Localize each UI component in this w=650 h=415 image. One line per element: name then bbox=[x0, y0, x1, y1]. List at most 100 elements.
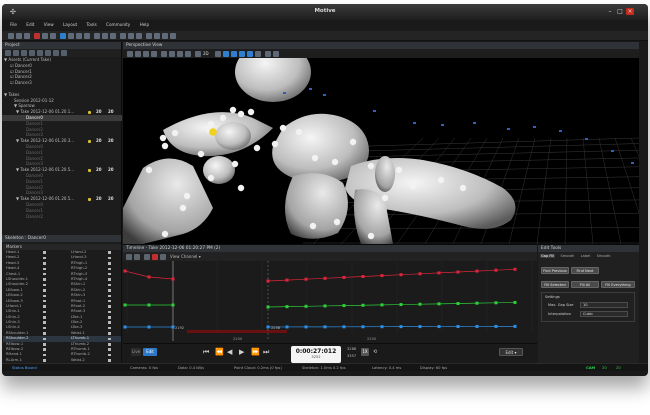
keyframe-point[interactable] bbox=[123, 269, 127, 273]
interpolation-select[interactable]: Cubic bbox=[580, 311, 628, 317]
marker-checkbox-icon[interactable] bbox=[108, 310, 111, 314]
grid-icon[interactable] bbox=[127, 50, 133, 57]
camera-icon[interactable] bbox=[611, 150, 614, 152]
camera-icon[interactable] bbox=[559, 130, 562, 132]
fill-everything-button[interactable]: Fill Everything bbox=[601, 281, 635, 288]
camera-view-icon[interactable] bbox=[135, 50, 141, 57]
marker-point[interactable] bbox=[197, 150, 205, 158]
skeleton-icon[interactable] bbox=[128, 33, 134, 39]
keyframe-point[interactable] bbox=[342, 304, 346, 308]
tracking-icon[interactable] bbox=[273, 50, 279, 57]
marker-checkbox-icon[interactable] bbox=[108, 262, 111, 265]
status-left[interactable]: Status Bound bbox=[12, 366, 37, 370]
marker-checkbox-icon[interactable] bbox=[43, 251, 46, 254]
marker-checkbox-icon[interactable] bbox=[43, 289, 46, 292]
menu-tools[interactable]: Tools bbox=[86, 22, 96, 27]
keyframe-point[interactable] bbox=[418, 325, 422, 329]
zoom-fit-icon[interactable] bbox=[144, 253, 150, 260]
marker-checkbox-icon[interactable] bbox=[43, 283, 46, 287]
save-take-icon[interactable] bbox=[21, 50, 27, 56]
sync-icon[interactable] bbox=[162, 33, 168, 39]
range-icon[interactable] bbox=[134, 253, 140, 260]
calibration-icon[interactable] bbox=[94, 33, 100, 39]
keyframe-point[interactable] bbox=[399, 303, 403, 307]
step-forward-icon[interactable]: ⏩ bbox=[251, 347, 260, 357]
speed-button[interactable]: 1X bbox=[361, 348, 369, 356]
marker-point[interactable] bbox=[159, 134, 167, 142]
keyframe-point[interactable] bbox=[266, 279, 270, 283]
marker-checkbox-icon[interactable] bbox=[108, 305, 111, 308]
marker-checkbox-icon[interactable] bbox=[108, 326, 111, 330]
menu-file[interactable]: File bbox=[10, 22, 17, 27]
camera-icon[interactable] bbox=[585, 138, 588, 140]
marker-checkbox-icon[interactable] bbox=[108, 299, 111, 303]
keyframe-point[interactable] bbox=[475, 324, 479, 328]
marker-point[interactable] bbox=[271, 140, 279, 148]
keyframe-point[interactable] bbox=[323, 276, 327, 280]
camera-icon[interactable] bbox=[473, 122, 476, 124]
keyframe-point[interactable] bbox=[342, 275, 346, 279]
menu-layout[interactable]: Layout bbox=[63, 22, 77, 27]
marker-checkbox-icon[interactable] bbox=[108, 294, 111, 298]
layers-icon[interactable] bbox=[151, 50, 157, 57]
perspective-icon[interactable] bbox=[60, 33, 66, 39]
find-previous-button[interactable]: Find Previous bbox=[541, 267, 569, 274]
max-gap-input[interactable]: 10 bbox=[580, 302, 628, 308]
marker-checkbox-icon[interactable] bbox=[43, 256, 46, 260]
import-icon[interactable] bbox=[29, 50, 35, 56]
marker-point[interactable] bbox=[237, 184, 245, 192]
streaming-icon[interactable] bbox=[120, 33, 126, 39]
pointer-icon[interactable] bbox=[126, 253, 132, 260]
open-project-icon[interactable] bbox=[16, 33, 22, 39]
tab-smooth[interactable]: Smooth bbox=[560, 254, 576, 258]
fill-all-button[interactable]: Fill All bbox=[571, 281, 599, 288]
marker-point[interactable] bbox=[279, 124, 287, 132]
keyframe-point[interactable] bbox=[266, 305, 270, 309]
keyframe-point[interactable] bbox=[475, 269, 479, 273]
keyframe-point[interactable] bbox=[304, 304, 308, 308]
new-project-icon[interactable] bbox=[8, 33, 14, 39]
gap-icon[interactable] bbox=[160, 253, 166, 260]
marker-checkbox-icon[interactable] bbox=[108, 256, 111, 260]
marker-point[interactable] bbox=[395, 166, 403, 174]
marker-point[interactable] bbox=[309, 222, 317, 230]
project-tree-row[interactable]: Dancer2 bbox=[2, 214, 122, 220]
view-mode-a-icon[interactable] bbox=[223, 50, 229, 57]
live-mode-button[interactable]: Live bbox=[131, 348, 141, 356]
marker-checkbox-icon[interactable] bbox=[108, 348, 111, 351]
settings-icon[interactable] bbox=[102, 33, 108, 39]
marker-checkbox-icon[interactable] bbox=[43, 267, 46, 271]
marker-checkbox-icon[interactable] bbox=[43, 278, 46, 281]
marker-point[interactable] bbox=[367, 232, 375, 240]
marker-point[interactable] bbox=[219, 114, 227, 122]
keyframe-point[interactable] bbox=[147, 325, 151, 329]
keyframe-point[interactable] bbox=[456, 325, 460, 328]
loop-icon[interactable]: ⟲ bbox=[373, 347, 377, 357]
marker-checkbox-icon[interactable] bbox=[108, 321, 111, 324]
camera-icon[interactable] bbox=[42, 33, 48, 39]
marker-checkbox-icon[interactable] bbox=[108, 272, 111, 276]
keyframe-point[interactable] bbox=[456, 270, 460, 274]
keyframe-point[interactable] bbox=[361, 275, 365, 278]
keyframe-point[interactable] bbox=[323, 304, 327, 308]
keyframe-point[interactable] bbox=[418, 302, 422, 306]
marker-checkbox-icon[interactable] bbox=[108, 251, 111, 254]
marker-checkbox-icon[interactable] bbox=[108, 267, 111, 271]
keyframe-point[interactable] bbox=[399, 325, 403, 329]
refresh-icon[interactable] bbox=[53, 50, 59, 56]
marker-point[interactable] bbox=[161, 142, 169, 150]
marker-checkbox-icon[interactable] bbox=[43, 272, 46, 276]
marker-point[interactable] bbox=[145, 166, 153, 174]
keyframe-point[interactable] bbox=[475, 301, 479, 305]
camera-icon[interactable] bbox=[441, 124, 444, 126]
timeline-graph[interactable]: 2192 2258 2100 2200 bbox=[123, 261, 537, 343]
close-icon[interactable]: × bbox=[626, 8, 634, 15]
skip-start-icon[interactable]: ⏮ bbox=[203, 347, 209, 357]
keyframe-point[interactable] bbox=[437, 325, 441, 329]
marker-point[interactable] bbox=[171, 129, 179, 137]
marker-point[interactable] bbox=[459, 184, 467, 192]
marker-checkbox-icon[interactable] bbox=[108, 316, 111, 319]
marker-checkbox-icon[interactable] bbox=[108, 332, 111, 335]
camera-icon[interactable] bbox=[309, 88, 312, 90]
marker-point[interactable] bbox=[207, 174, 215, 182]
